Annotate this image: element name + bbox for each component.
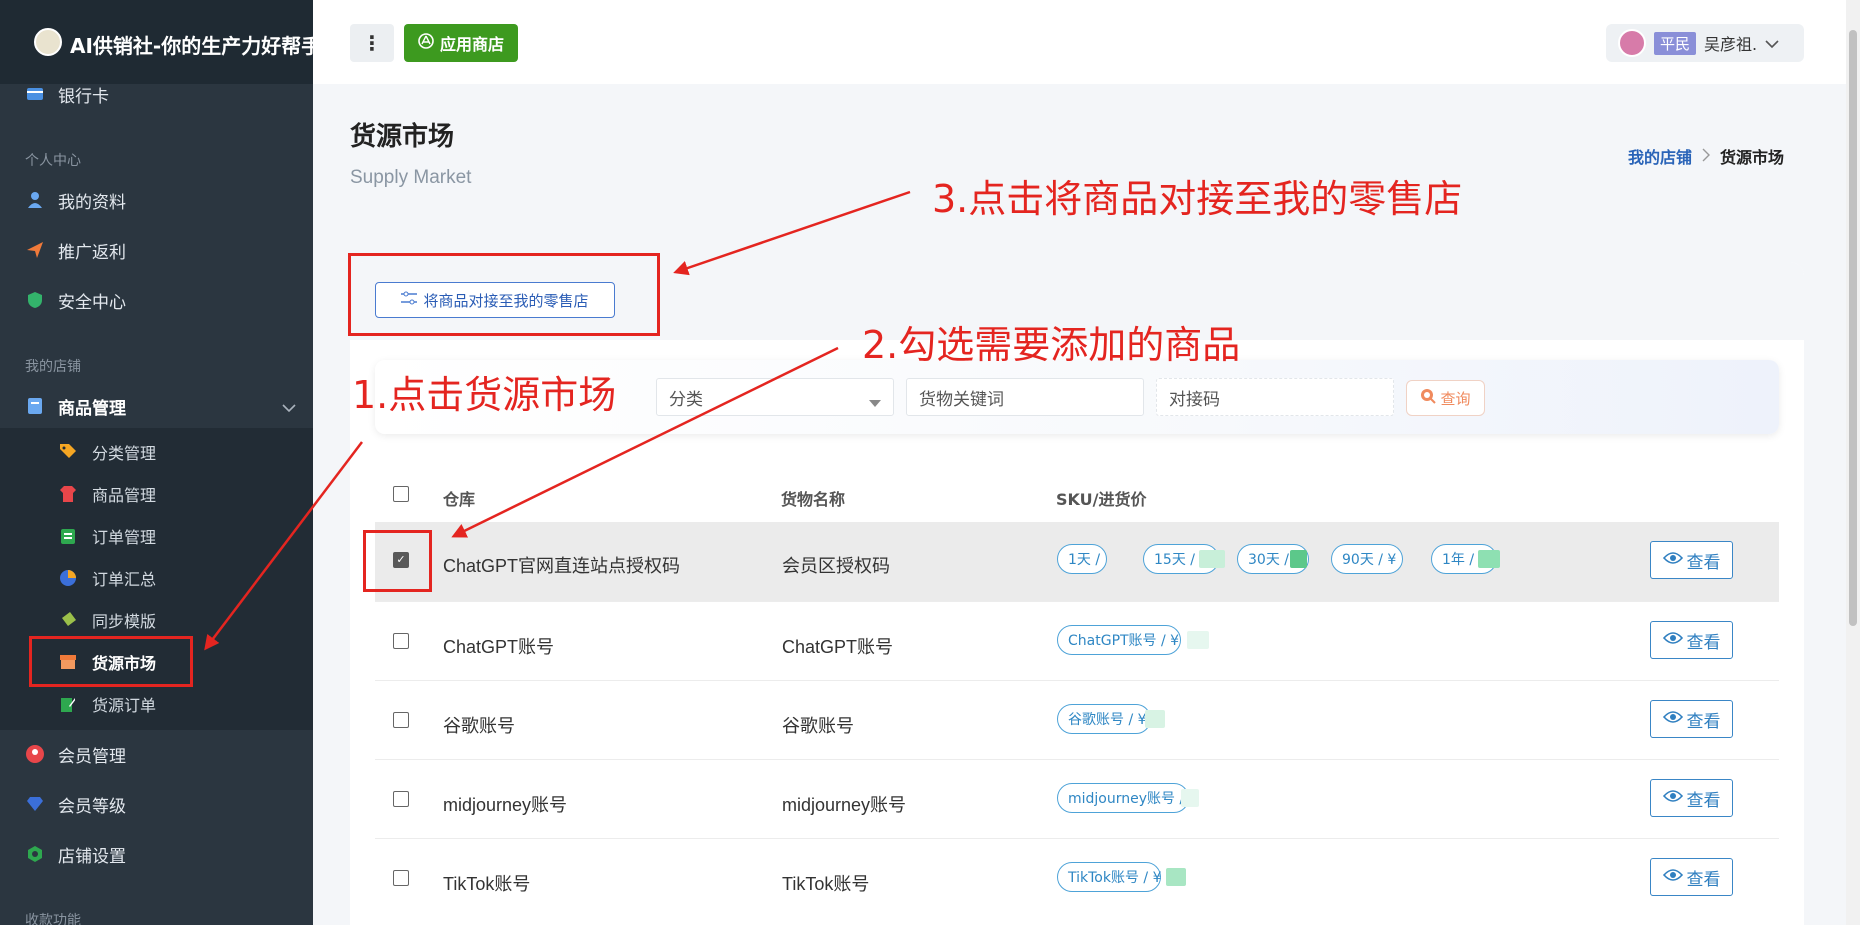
- scrollbar-thumb[interactable]: [1849, 30, 1857, 626]
- annotation-arrows: [204, 190, 911, 651]
- arrow-step2: [451, 346, 839, 538]
- arrow-step1: [204, 441, 363, 651]
- arrow-step3: [673, 190, 911, 276]
